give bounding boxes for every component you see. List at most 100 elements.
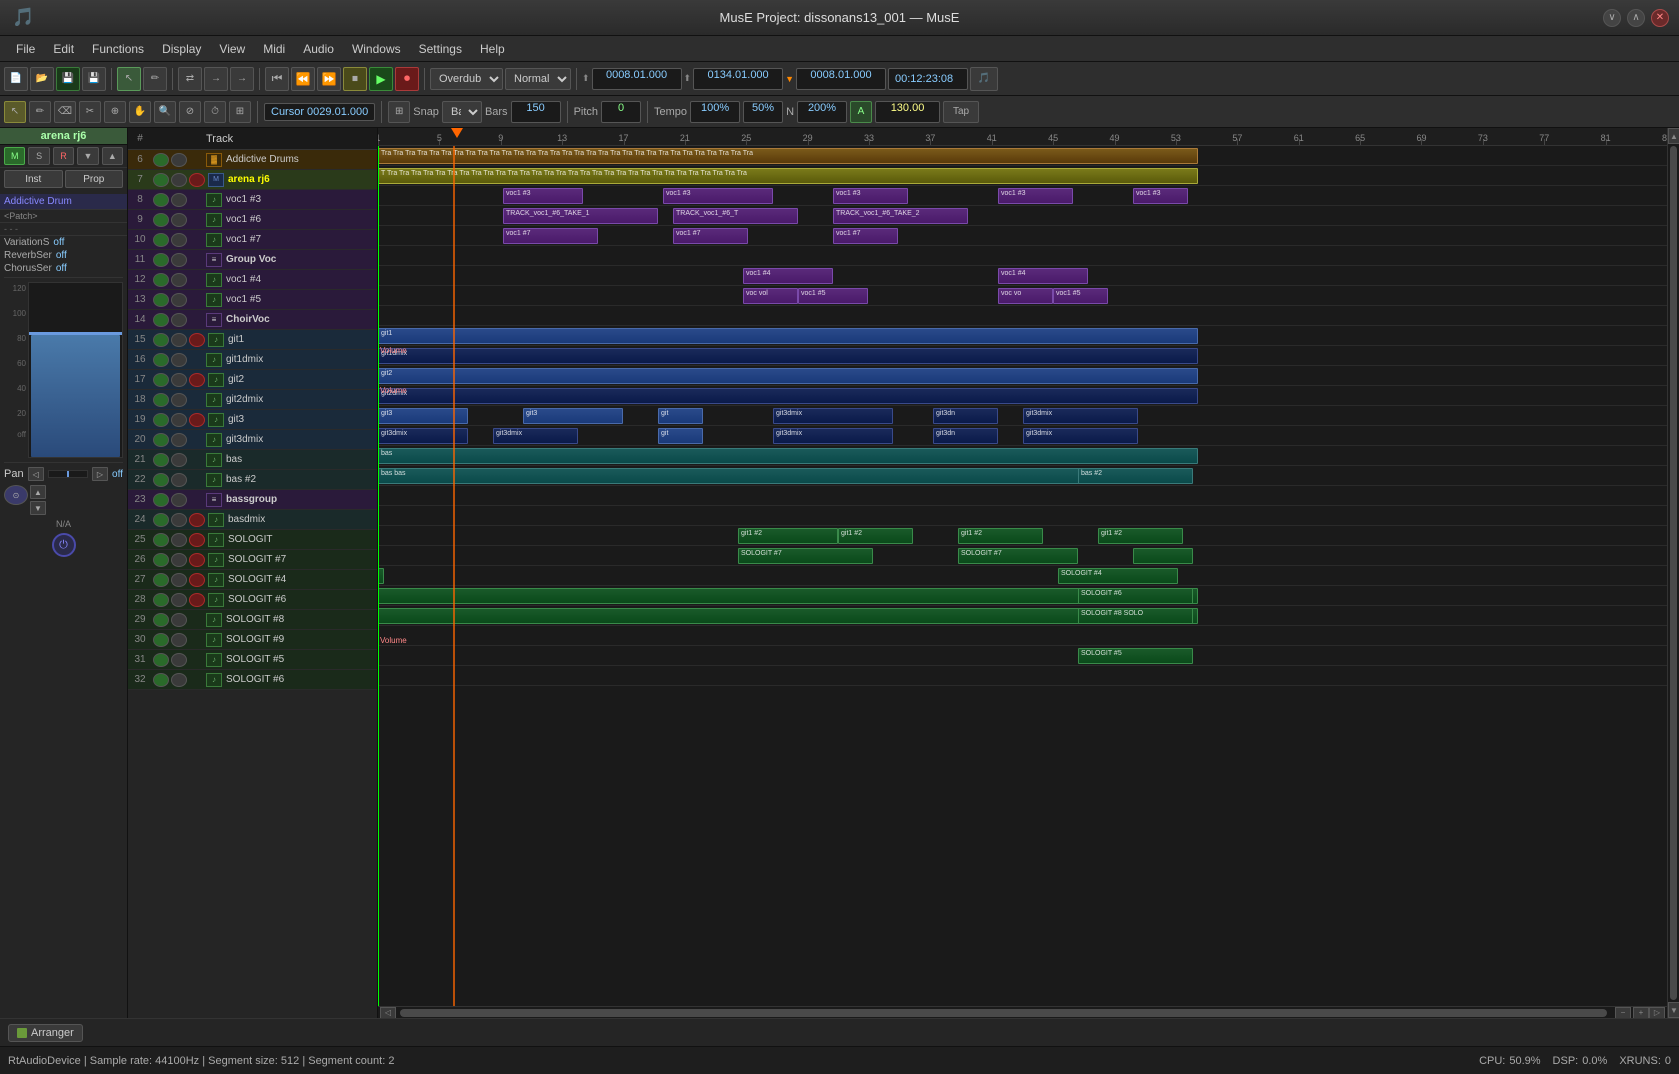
clip-19-395[interactable]: git3dmix: [773, 408, 893, 424]
open-file-button[interactable]: 📂: [30, 67, 54, 91]
track-rec-28[interactable]: [189, 593, 205, 607]
h-scrollbar[interactable]: ◁ − + ▷: [378, 1006, 1667, 1018]
track-mute-21[interactable]: [153, 453, 169, 467]
track-mute-32[interactable]: [153, 673, 169, 687]
save-file-button[interactable]: 💾: [56, 67, 80, 91]
track-mute-24[interactable]: [153, 513, 169, 527]
mode-dropdown[interactable]: Overdub Replace: [430, 68, 503, 90]
track-row-13[interactable]: 13 ♪ voc1 #5: [128, 290, 377, 310]
menu-help[interactable]: Help: [472, 40, 513, 58]
track-mute-29[interactable]: [153, 613, 169, 627]
track-row-20[interactable]: 20 ♪ git3dmix: [128, 430, 377, 450]
clip-6-0[interactable]: Tra Tra Tra Tra Tra Tra Tra Tra Tra Tra …: [378, 148, 1198, 164]
track-row-8[interactable]: 8 ♪ voc1 #3: [128, 190, 377, 210]
track-solo-12[interactable]: [171, 273, 187, 287]
track-rec-17[interactable]: [189, 373, 205, 387]
clip-13-365[interactable]: voc vol: [743, 288, 798, 304]
clip-26-360[interactable]: SOLOGIT #7: [738, 548, 873, 564]
clip-13-675[interactable]: voc1 #5: [1053, 288, 1108, 304]
track-mute-22[interactable]: [153, 473, 169, 487]
rewind-button[interactable]: ⏪: [291, 67, 315, 91]
track-solo-18[interactable]: [171, 393, 187, 407]
track-mute-6[interactable]: [153, 153, 169, 167]
track-row-7[interactable]: 7 M arena rj6: [128, 170, 377, 190]
prop-button[interactable]: Prop: [65, 170, 124, 188]
track-row-21[interactable]: 21 ♪ bas: [128, 450, 377, 470]
minimize-button[interactable]: ∨: [1603, 9, 1621, 27]
track-mute-7[interactable]: [153, 173, 169, 187]
track-solo-31[interactable]: [171, 653, 187, 667]
clip-8-755[interactable]: voc1 #3: [1133, 188, 1188, 204]
clip-19-555[interactable]: git3dn: [933, 408, 998, 424]
track-mute-25[interactable]: [153, 533, 169, 547]
track-mute-13[interactable]: [153, 293, 169, 307]
track-rec-26[interactable]: [189, 553, 205, 567]
clip-27-680[interactable]: SOLOGIT #4: [1058, 568, 1178, 584]
track-solo-16[interactable]: [171, 353, 187, 367]
normal-dropdown[interactable]: Normal Step: [505, 68, 571, 90]
track-solo-19[interactable]: [171, 413, 187, 427]
track-solo-9[interactable]: [171, 213, 187, 227]
pan-tool[interactable]: ✋: [129, 101, 151, 123]
pointer-tool[interactable]: ↖: [117, 67, 141, 91]
clip-8-620[interactable]: voc1 #3: [998, 188, 1073, 204]
track-mute-17[interactable]: [153, 373, 169, 387]
clip-28-0[interactable]: [378, 588, 1198, 604]
clip-9-455[interactable]: TRACK_voc1_#6_TAKE_2: [833, 208, 968, 224]
volume-handle[interactable]: [29, 332, 122, 335]
clip-19-0[interactable]: git3: [378, 408, 468, 424]
erase-tool[interactable]: ⌫: [54, 101, 76, 123]
clip-22-700[interactable]: bas #2: [1078, 468, 1193, 484]
clip-19-280[interactable]: git: [658, 408, 703, 424]
track-solo-20[interactable]: [171, 433, 187, 447]
clip-20-280[interactable]: git: [658, 428, 703, 444]
time-tool[interactable]: ⏱: [204, 101, 226, 123]
track-solo-15[interactable]: [171, 333, 187, 347]
clip-22-0[interactable]: bas bas: [378, 468, 1128, 484]
track-row-6[interactable]: 6 ▓ Addictive Drums: [128, 150, 377, 170]
scroll-down-arrow[interactable]: ▼: [1668, 1002, 1679, 1018]
track-solo-25[interactable]: [171, 533, 187, 547]
pitch-value[interactable]: 0: [601, 101, 641, 123]
down-button[interactable]: ▼: [30, 501, 46, 515]
new-file-button[interactable]: 📄: [4, 67, 28, 91]
right-locator[interactable]: 0134.01.000: [693, 68, 783, 90]
track-mute-16[interactable]: [153, 353, 169, 367]
v-scrollbar[interactable]: ▲ ▼: [1667, 128, 1679, 1018]
extra-tool[interactable]: ⊞: [229, 101, 251, 123]
grid-button[interactable]: ⊞: [388, 101, 410, 123]
clip-17-0[interactable]: git2: [378, 368, 1198, 384]
inst-button[interactable]: Inst: [4, 170, 63, 188]
clip-28-700[interactable]: SOLOGIT #6: [1078, 588, 1193, 604]
pan-right[interactable]: ▷: [92, 467, 108, 481]
menu-edit[interactable]: Edit: [45, 40, 82, 58]
scroll-left-arrow[interactable]: ◁: [380, 1007, 396, 1019]
clip-20-395[interactable]: git3dmix: [773, 428, 893, 444]
clip-8-125[interactable]: voc1 #3: [503, 188, 583, 204]
clip-15-0[interactable]: git1: [378, 328, 1198, 344]
track-row-9[interactable]: 9 ♪ voc1 #6: [128, 210, 377, 230]
loop-button[interactable]: ⇄: [178, 67, 202, 91]
track-solo-32[interactable]: [171, 673, 187, 687]
track-solo-28[interactable]: [171, 593, 187, 607]
track-row-11[interactable]: 11 ≡ Group Voc: [128, 250, 377, 270]
clip-8-285[interactable]: voc1 #3: [663, 188, 773, 204]
pencil-tool[interactable]: ✏: [143, 67, 167, 91]
menu-file[interactable]: File: [8, 40, 43, 58]
tap-button[interactable]: Tap: [943, 101, 979, 123]
track-row-18[interactable]: 18 ♪ git2dmix: [128, 390, 377, 410]
playhead-pos[interactable]: 0008.01.000: [796, 68, 886, 90]
track-rec-27[interactable]: [189, 573, 205, 587]
clip-27-0[interactable]: [378, 568, 384, 584]
track-solo-26[interactable]: [171, 553, 187, 567]
zoom-tool[interactable]: 🔍: [154, 101, 176, 123]
forward-button[interactable]: ⏩: [317, 67, 341, 91]
track-row-12[interactable]: 12 ♪ voc1 #4: [128, 270, 377, 290]
clip-26-580[interactable]: SOLOGIT #7: [958, 548, 1078, 564]
track-row-23[interactable]: 23 ≡ bassgroup: [128, 490, 377, 510]
track-mute-28[interactable]: [153, 593, 169, 607]
scroll-up-arrow[interactable]: ▲: [1668, 128, 1679, 144]
solo-button[interactable]: S: [28, 147, 49, 165]
rewind-start-button[interactable]: ⏮: [265, 67, 289, 91]
menu-settings[interactable]: Settings: [411, 40, 470, 58]
